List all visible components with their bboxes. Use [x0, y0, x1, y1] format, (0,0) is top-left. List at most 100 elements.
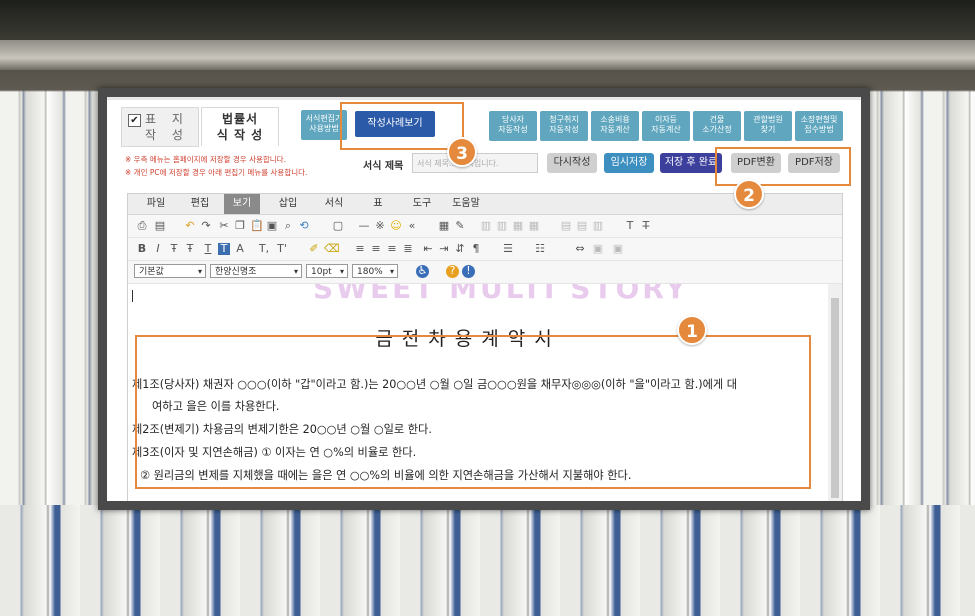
bookshelf-background [0, 40, 975, 70]
info-icon[interactable]: ! [462, 265, 475, 278]
tab-form-write[interactable]: ✔ 표 지 작 성 [121, 107, 199, 147]
interest-calc-button[interactable]: 이자등 자동계산 [642, 111, 690, 141]
button-label: 자동작성 [498, 125, 528, 134]
scrollbar-thumb[interactable] [831, 298, 839, 498]
filing-method-button[interactable]: 소장편철및 접수방법 [795, 111, 843, 141]
button-label: 소가산정 [702, 125, 732, 134]
underline-icon[interactable]: T [202, 243, 214, 255]
callout-number-1: 1 [677, 315, 707, 345]
image-icon: ▣ [592, 242, 604, 255]
text-format-icon[interactable]: T [624, 220, 636, 232]
find-icon[interactable]: ⌕ [282, 220, 294, 232]
menu-help[interactable]: 도움말 [448, 194, 484, 214]
row-delete-icon: ▤ [576, 219, 588, 232]
temp-save-button[interactable]: 임시저장 [604, 153, 654, 173]
document-scrollbar[interactable] [828, 284, 842, 501]
callout-number-3: 3 [447, 137, 477, 167]
copy-icon[interactable]: ❐ [234, 220, 246, 232]
paragraph-icon[interactable]: ¶ [470, 243, 482, 255]
menu-format[interactable]: 서식 [316, 194, 352, 214]
row-insert-icon: ▤ [560, 219, 572, 232]
col-insert-icon: ▥ [592, 219, 604, 232]
print-preview-icon[interactable]: ▤ [154, 220, 166, 232]
font-color-icon[interactable]: T [218, 243, 230, 255]
bullet-list-icon[interactable]: ☷ [534, 243, 546, 255]
button-label: 소송비용 [600, 115, 630, 124]
menu-view[interactable]: 보기 [224, 194, 260, 214]
cut-icon[interactable]: ✂ [218, 220, 230, 232]
help-icon[interactable]: ? [446, 265, 459, 278]
note-homepage: ※ 우측 메뉴는 홈페이지에 저장할 경우 사용합니다. [125, 155, 286, 164]
superscript-icon[interactable]: T' [276, 243, 288, 255]
align-justify-icon[interactable]: ≣ [402, 243, 414, 255]
highlight-icon[interactable]: A [234, 243, 246, 255]
zoom-select[interactable]: 180% [352, 264, 398, 279]
page-setup-icon[interactable]: ▢ [332, 220, 344, 232]
cell-split-icon: ▥ [496, 219, 508, 232]
underline-text-icon[interactable]: Ŧ [184, 243, 196, 255]
button-label: 관할법원 [753, 115, 783, 124]
cell-merge-icon: ▥ [480, 219, 492, 232]
italic-icon[interactable]: I [152, 243, 164, 255]
clear-format-icon[interactable]: T̶ [640, 220, 652, 232]
building-value-button[interactable]: 건물 소가산정 [693, 111, 741, 141]
font-family-select[interactable]: 한양신명조 [210, 264, 302, 279]
indent-increase-icon[interactable]: ⇥ [438, 243, 450, 255]
print-icon[interactable]: ⎙ [136, 220, 148, 232]
menu-file[interactable]: 파일 [138, 194, 174, 214]
horizontal-line-icon[interactable]: — [358, 220, 370, 232]
menu-table[interactable]: 표 [360, 194, 396, 214]
menu-edit[interactable]: 편집 [182, 194, 218, 214]
party-auto-button[interactable]: 당사자 자동작성 [489, 111, 537, 141]
bold-icon[interactable]: B [136, 243, 148, 255]
eraser-icon[interactable]: ⌫ [324, 243, 340, 255]
checkbox-icon[interactable]: ✔ [128, 114, 141, 127]
align-center-icon[interactable]: ≡ [370, 243, 382, 255]
form-title-label: 서식 제목 [363, 161, 404, 172]
menu-insert[interactable]: 삽입 [270, 194, 306, 214]
table-icon[interactable]: ▦ [438, 220, 450, 232]
numbered-list-icon[interactable]: ☰ [502, 243, 514, 255]
strikethrough-icon[interactable]: Ŧ [168, 243, 180, 255]
replace-icon[interactable]: ⟲ [298, 220, 310, 232]
button-label: 당사자 [501, 115, 525, 124]
app-screen: ✔ 표 지 작 성 법률서식 작 성 서식편집기 사용방법 작성사례보기 당사자… [107, 97, 861, 501]
image-props-icon: ▣ [612, 242, 624, 255]
button-label: 자동작성 [549, 125, 579, 134]
litigation-cost-button[interactable]: 소송비용 자동계산 [591, 111, 639, 141]
edit-icon[interactable]: ✎ [454, 220, 466, 232]
align-left-icon[interactable]: ≡ [354, 243, 366, 255]
special-char-icon[interactable]: ※ [374, 220, 386, 232]
line-spacing-icon[interactable]: ⇵ [454, 243, 466, 255]
top-strip [107, 97, 861, 100]
button-label: 자동계산 [600, 125, 630, 134]
callout-highlight-3 [340, 102, 464, 150]
claim-auto-button[interactable]: 청구취지 자동작성 [540, 111, 588, 141]
align-right-icon[interactable]: ≡ [386, 243, 398, 255]
emoticon-icon[interactable]: ☺ [390, 220, 402, 232]
fit-width-icon[interactable]: ⇔ [574, 243, 586, 255]
redo-icon[interactable]: ↷ [200, 220, 212, 232]
font-size-select[interactable]: 10pt [306, 264, 348, 279]
save-complete-button[interactable]: 저장 후 완료 [660, 153, 722, 173]
button-label: 접수방법 [804, 125, 834, 134]
format-painter-icon[interactable]: ✐ [308, 243, 320, 255]
quote-icon[interactable]: « [406, 220, 418, 232]
text-cursor [132, 290, 133, 302]
tab-legal-form-write[interactable]: 법률서식 작 성 [201, 107, 279, 146]
callout-highlight-2 [715, 147, 851, 186]
paste-icon[interactable]: 📋 [250, 220, 264, 232]
court-finder-button[interactable]: 관할법원 찾기 [744, 111, 792, 141]
paste-special-icon[interactable]: ▣ [266, 220, 278, 232]
menu-tools[interactable]: 도구 [404, 194, 440, 214]
button-label: 자동계산 [651, 125, 681, 134]
cell-delete-icon: ▦ [528, 219, 540, 232]
watermark: SWEET MULTI STORY [313, 284, 689, 305]
button-label: 청구취지 [549, 115, 579, 124]
indent-decrease-icon[interactable]: ⇤ [422, 243, 434, 255]
undo-icon[interactable]: ↶ [184, 220, 196, 232]
accessibility-icon[interactable]: ♿ [416, 265, 429, 278]
subscript-icon[interactable]: T, [258, 243, 270, 255]
rewrite-button[interactable]: 다시작성 [547, 153, 597, 173]
paragraph-style-select[interactable]: 기본값 [134, 264, 206, 279]
